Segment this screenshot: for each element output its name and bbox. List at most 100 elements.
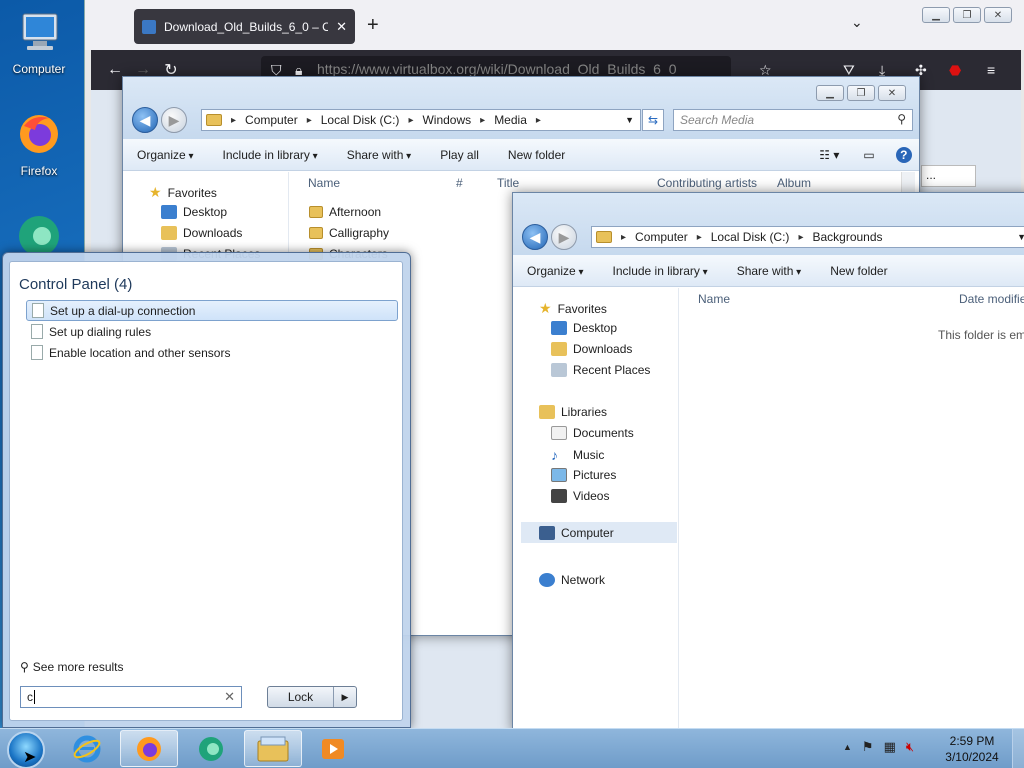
command-bar: Organize Include in library Share with N… [513,255,1024,287]
clock-time: 2:59 PM [949,734,995,748]
firefox-icon [137,736,161,761]
nav-desktop[interactable]: Desktop [161,205,227,219]
share-with-button[interactable]: Share with [737,264,802,278]
start-search-input[interactable]: c ✕ [20,686,242,708]
column-album[interactable]: Album [777,176,811,190]
nav-favorites[interactable]: ★ Favorites [539,300,607,317]
minimize-icon[interactable]: ▁ [816,85,844,101]
taskbar-ie[interactable] [58,730,116,767]
breadcrumb-item[interactable]: Computer [635,230,688,244]
nav-music[interactable]: ♪ Music [551,447,604,463]
taskbar-firefox[interactable] [120,730,178,767]
forward-icon[interactable]: ▶ [161,107,187,133]
back-icon[interactable]: ◀ [132,107,158,133]
taskbar-edge[interactable] [182,730,240,767]
volume-muted-icon[interactable]: 🔇︎ [906,739,914,755]
lock-button[interactable]: Lock ▶ [267,686,357,708]
forward-icon[interactable]: ▶ [551,224,577,250]
back-icon[interactable]: ◀ [522,224,548,250]
column-contributing-artists[interactable]: Contributing artists [657,176,757,190]
nav-network[interactable]: Network [539,573,605,587]
breadcrumb-item[interactable]: Windows [422,113,471,127]
folder-icon [206,114,222,126]
include-in-library-button[interactable]: Include in library [613,264,708,278]
address-bar[interactable]: ▸ Computer ▸ Local Disk (C:) ▸ Windows ▸ Me… [201,109,641,131]
videos-icon [551,489,567,503]
list-tabs-chevron-icon[interactable]: ⌄ [851,14,863,31]
see-more-results-link[interactable]: ⚲ See more results [20,660,124,674]
column-name[interactable]: Name [698,292,730,306]
empty-folder-text: This folder is empty. [938,328,1024,342]
organize-button[interactable]: Organize [527,264,584,278]
list-item[interactable]: Calligraphy [309,226,389,240]
column-title[interactable]: Title [497,176,519,190]
breadcrumb-item[interactable]: Computer [245,113,298,127]
nav-documents[interactable]: Documents [551,426,634,440]
show-hidden-icons-icon[interactable]: ▲ [843,742,852,752]
result-label: Set up dialing rules [49,324,152,339]
organize-button[interactable]: Organize [137,148,194,162]
help-icon[interactable]: ? [895,146,912,163]
view-options-icon[interactable]: ☷ ▾ [819,148,839,162]
nav-pictures[interactable]: Pictures [551,468,616,482]
desktop-icon-firefox[interactable]: Firefox [0,110,78,178]
breadcrumb-item[interactable]: Backgrounds [812,230,882,244]
breadcrumb-item[interactable]: Local Disk (C:) [711,230,790,244]
result-item[interactable]: Set up dialing rules [26,321,398,342]
close-icon[interactable]: ✕ [878,85,906,101]
close-tab-icon[interactable]: ✕ [336,19,347,35]
nav-libraries[interactable]: Libraries [539,405,607,419]
result-item[interactable]: Enable location and other sensors [26,342,398,363]
taskbar-explorer[interactable] [244,730,302,767]
new-folder-button[interactable]: New folder [830,264,887,278]
menu-icon[interactable]: ≡ [987,62,995,78]
result-label: Set up a dial-up connection [50,303,196,318]
start-menu: Control Panel (4) Set up a dial-up conne… [2,252,411,728]
ublock-icon[interactable]: ⬣ [949,62,961,79]
nav-videos[interactable]: Videos [551,489,609,503]
clock[interactable]: 2:59 PM 3/10/2024 [942,733,1002,765]
show-desktop-button[interactable] [1012,729,1024,768]
music-icon: ♪ [551,447,558,463]
nav-label: Desktop [573,321,618,335]
preview-pane-icon[interactable]: ▭ [863,148,874,162]
shutdown-options-arrow-icon[interactable]: ▶ [334,687,356,707]
browser-tab[interactable]: Download_Old_Builds_6_0 – Ora ✕ [134,9,355,44]
page-dropdown[interactable]: ... [921,165,976,187]
clear-search-icon[interactable]: ✕ [224,689,235,705]
address-dropdown-icon[interactable]: ▼ [1017,232,1024,242]
nav-computer[interactable]: Computer [521,522,677,543]
nav-desktop[interactable]: Desktop [551,321,617,335]
nav-recent-places[interactable]: Recent Places [551,363,650,377]
new-tab-icon[interactable]: + [367,14,379,37]
desktop-icon-computer[interactable]: Computer [0,8,78,76]
share-with-button[interactable]: Share with [347,148,412,162]
breadcrumb-item[interactable]: Media [494,113,527,127]
address-bar[interactable]: ▸ Computer ▸ Local Disk (C:) ▸ Backgrounds… [591,226,1024,248]
search-input[interactable]: Search Media ⚲ [673,109,913,131]
nav-downloads[interactable]: Downloads [161,226,242,240]
maximize-icon[interactable]: ❐ [847,85,875,101]
minimize-icon[interactable]: ▁ [922,7,950,23]
list-item[interactable]: Afternoon [309,205,381,219]
nav-downloads[interactable]: Downloads [551,342,632,356]
maximize-icon[interactable]: ❐ [953,7,981,23]
control-panel-item-icon [32,303,44,318]
taskbar-media-player[interactable] [304,730,362,767]
new-folder-button[interactable]: New folder [508,148,565,162]
action-center-flag-icon[interactable]: ⚑ [862,739,874,755]
result-item[interactable]: Set up a dial-up connection [26,300,398,321]
firefox-icon [20,115,58,153]
column-number[interactable]: # [456,176,463,190]
close-icon[interactable]: ✕ [984,7,1012,23]
start-search-value: c [27,690,33,704]
address-dropdown-icon[interactable]: ▼ [625,115,634,125]
nav-favorites[interactable]: ★ Favorites [149,184,217,201]
network-status-icon[interactable]: ▦ [884,739,896,755]
column-name[interactable]: Name [308,176,340,190]
breadcrumb-item[interactable]: Local Disk (C:) [321,113,400,127]
play-all-button[interactable]: Play all [440,148,479,162]
refresh-icon[interactable]: ⇆ [642,109,664,131]
column-date-modified[interactable]: Date modified [959,292,1024,306]
include-in-library-button[interactable]: Include in library [223,148,318,162]
